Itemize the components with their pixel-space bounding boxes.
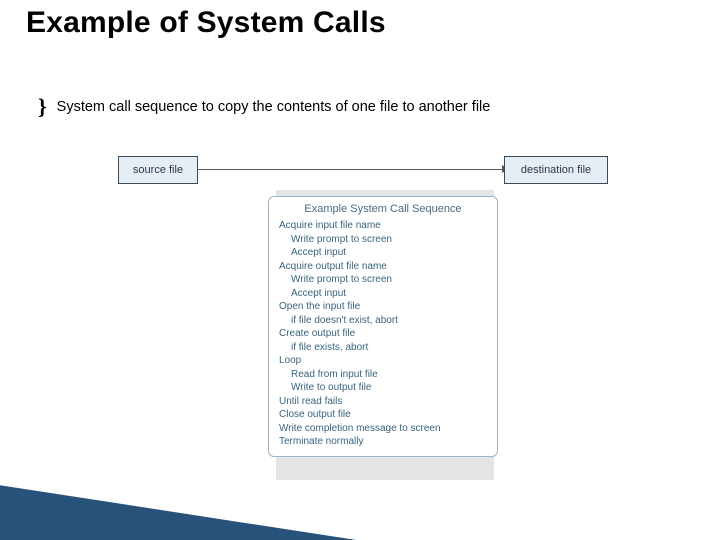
bullet-text: System call sequence to copy the content… (57, 99, 491, 115)
sequence-box: Example System Call Sequence Acquire inp… (268, 196, 498, 457)
sequence-step: Until read fails (279, 395, 487, 409)
slide: Example of System Calls } System call se… (0, 0, 720, 540)
sequence-step: Read from input file (279, 368, 487, 382)
sequence-list: Acquire input file nameWrite prompt to s… (279, 219, 487, 449)
sequence-step: Write to output file (279, 381, 487, 395)
sequence-step: Acquire input file name (279, 219, 487, 233)
sequence-step: if file exists, abort (279, 341, 487, 355)
sequence-step: Acquire output file name (279, 260, 487, 274)
page-title: Example of System Calls (26, 6, 386, 40)
accent-triangle (0, 441, 358, 540)
sequence-step: Write prompt to screen (279, 233, 487, 247)
sequence-step: if file doesn't exist, abort (279, 314, 487, 328)
sequence-step: Loop (279, 354, 487, 368)
bullet-glyph-icon: } (38, 96, 47, 118)
arrow-icon (197, 169, 504, 170)
bullet-item: } System call sequence to copy the conte… (38, 96, 490, 118)
destination-file-box: destination file (504, 156, 608, 184)
sequence-step: Write completion message to screen (279, 422, 487, 436)
sequence-step: Accept input (279, 287, 487, 301)
sequence-heading: Example System Call Sequence (279, 203, 487, 215)
source-file-box: source file (118, 156, 198, 184)
sequence-step: Accept input (279, 246, 487, 260)
sequence-step: Create output file (279, 327, 487, 341)
sequence-step: Write prompt to screen (279, 273, 487, 287)
sequence-step: Open the input file (279, 300, 487, 314)
sequence-step: Close output file (279, 408, 487, 422)
